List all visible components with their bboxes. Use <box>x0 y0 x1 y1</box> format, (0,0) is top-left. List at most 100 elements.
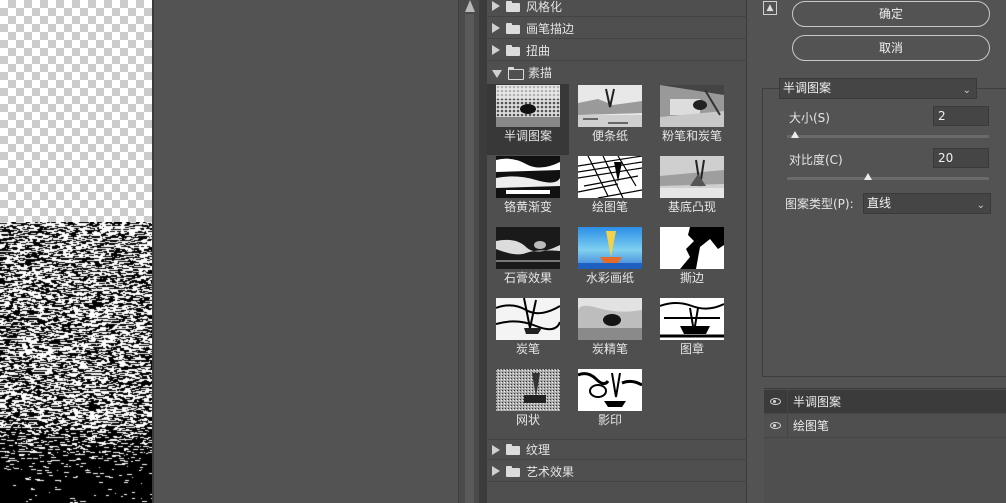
filter-caption: 撕边 <box>679 271 704 285</box>
effect-layer-row[interactable]: 绘图笔 <box>764 413 1006 438</box>
filter-select-value: 半调图案 <box>783 81 832 95</box>
filter-charcoal[interactable]: 炭笔 <box>487 297 569 368</box>
collapse-panel-icon[interactable]: ▲ <box>763 1 777 15</box>
category-brush-strokes[interactable]: 画笔描边 <box>487 18 747 39</box>
filter-chrome[interactable]: 铬黄渐变 <box>487 155 569 226</box>
pattern-type-label: 图案类型(P): <box>785 197 854 211</box>
scrollbar-track[interactable] <box>465 14 474 503</box>
filter-caption: 炭笔 <box>515 342 540 356</box>
filter-select-dropdown[interactable]: 半调图案 ⌄ <box>779 78 977 99</box>
ok-button[interactable]: 确定 <box>792 1 990 27</box>
filter-caption: 炭精笔 <box>591 342 628 356</box>
filter-thumbnail <box>578 85 642 127</box>
category-label: 扭曲 <box>526 43 551 58</box>
filter-thumbnail <box>578 156 642 198</box>
scroll-up-arrow-icon[interactable] <box>465 0 475 12</box>
filter-thumbnail <box>660 298 724 340</box>
halftone-preview-image <box>0 222 152 503</box>
filter-caption: 水彩画纸 <box>585 271 634 285</box>
filter-caption: 基底凸现 <box>667 200 716 214</box>
filter-reticulation[interactable]: 网状 <box>487 368 569 439</box>
filter-gallery-panel: 风格化 画笔描边 扭曲 素描 半调图案 便条纸 粉笔和炭笔 铬黄渐变 绘图笔 基… <box>487 0 747 503</box>
category-label: 纹理 <box>526 443 551 457</box>
size-slider-thumb[interactable] <box>791 131 800 138</box>
expand-triangle-icon <box>492 1 500 11</box>
filter-options-group: 半调图案 ⌄ 大小(S) 2 对比度(C) 20 图案类型(P): 直线 ⌄ <box>762 78 1006 377</box>
filter-thumbnail <box>578 298 642 340</box>
effect-layer-name: 半调图案 <box>793 395 842 409</box>
filter-stamp[interactable]: 图章 <box>651 297 733 368</box>
preview-empty-area <box>154 0 458 503</box>
chevron-down-icon: ⌄ <box>976 200 985 211</box>
filter-bas-relief[interactable]: 基底凸现 <box>651 155 733 226</box>
filter-thumbnail <box>578 369 642 411</box>
expand-triangle-icon <box>492 444 500 455</box>
filter-thumbnail <box>660 227 724 269</box>
filter-chalk-charcoal[interactable]: 粉笔和炭笔 <box>651 84 733 155</box>
filter-caption: 半调图案 <box>503 129 552 143</box>
filter-caption: 粉笔和炭笔 <box>661 129 722 143</box>
filter-photocopy[interactable]: 影印 <box>569 368 651 439</box>
expand-triangle-icon <box>492 466 500 476</box>
contrast-slider-thumb[interactable] <box>863 173 872 180</box>
filter-note-paper[interactable]: 便条纸 <box>569 84 651 155</box>
filter-thumbnail <box>496 227 560 269</box>
filter-thumbnail <box>496 369 560 411</box>
effect-layers-list: 半调图案 绘图笔 <box>764 388 1006 503</box>
filter-halftone-pattern[interactable]: 半调图案 <box>487 84 569 155</box>
filter-caption: 影印 <box>597 413 622 427</box>
category-label: 艺术效果 <box>526 464 575 479</box>
filter-caption: 网状 <box>515 413 540 427</box>
filter-thumbnail <box>660 85 724 127</box>
filter-thumbnail <box>496 298 560 340</box>
filter-water-paper[interactable]: 水彩画纸 <box>569 226 651 297</box>
category-distort[interactable]: 扭曲 <box>487 40 747 61</box>
folder-icon <box>506 444 520 455</box>
filter-thumbnail <box>496 85 560 127</box>
expand-triangle-icon <box>492 45 500 55</box>
effect-layer-row[interactable]: 半调图案 <box>764 389 1006 414</box>
category-label: 画笔描边 <box>526 21 575 36</box>
preview-vertical-scrollbar[interactable] <box>458 0 479 503</box>
eye-icon[interactable] <box>764 389 788 414</box>
category-artistic[interactable]: 艺术效果 <box>487 461 747 482</box>
category-sketch[interactable]: 素描 <box>487 62 747 83</box>
open-folder-icon <box>508 67 524 80</box>
panel-gap <box>479 0 487 503</box>
category-label: 风格化 <box>526 0 563 14</box>
folder-icon <box>506 465 520 477</box>
filter-caption: 便条纸 <box>591 129 628 143</box>
cancel-button[interactable]: 取消 <box>792 35 990 61</box>
filter-preview-canvas[interactable] <box>0 0 152 503</box>
size-slider-track[interactable] <box>787 135 989 138</box>
filter-caption: 绘图笔 <box>591 200 628 214</box>
folder-icon <box>506 22 520 34</box>
folder-icon <box>506 44 520 56</box>
contrast-input[interactable]: 20 <box>933 148 989 168</box>
pattern-type-dropdown[interactable]: 直线 ⌄ <box>863 193 991 214</box>
eye-icon[interactable] <box>764 413 788 438</box>
size-input[interactable]: 2 <box>933 106 989 126</box>
chevron-down-icon: ⌄ <box>962 85 971 96</box>
filter-thumbnail <box>496 156 560 198</box>
filter-graphic-pen[interactable]: 绘图笔 <box>569 155 651 226</box>
filter-torn-edges[interactable]: 撕边 <box>651 226 733 297</box>
category-label: 素描 <box>528 66 553 80</box>
collapse-triangle-icon <box>492 69 502 78</box>
pattern-type-value: 直线 <box>867 196 892 210</box>
size-label: 大小(S) <box>789 111 830 125</box>
filter-thumbnail <box>578 227 642 269</box>
filter-plaster[interactable]: 石膏效果 <box>487 226 569 297</box>
category-stylize[interactable]: 风格化 <box>487 0 747 17</box>
effect-layer-name: 绘图笔 <box>793 419 830 433</box>
contrast-slider-track[interactable] <box>787 177 989 180</box>
filter-caption: 铬黄渐变 <box>503 200 552 214</box>
filter-caption: 石膏效果 <box>503 271 552 285</box>
filter-caption: 图章 <box>679 342 704 356</box>
folder-icon <box>506 0 520 12</box>
filter-thumbnail <box>660 156 724 198</box>
category-texture[interactable]: 纹理 <box>487 439 747 460</box>
expand-triangle-icon <box>492 23 500 33</box>
filter-conte-crayon[interactable]: 炭精笔 <box>569 297 651 368</box>
contrast-label: 对比度(C) <box>789 153 843 167</box>
